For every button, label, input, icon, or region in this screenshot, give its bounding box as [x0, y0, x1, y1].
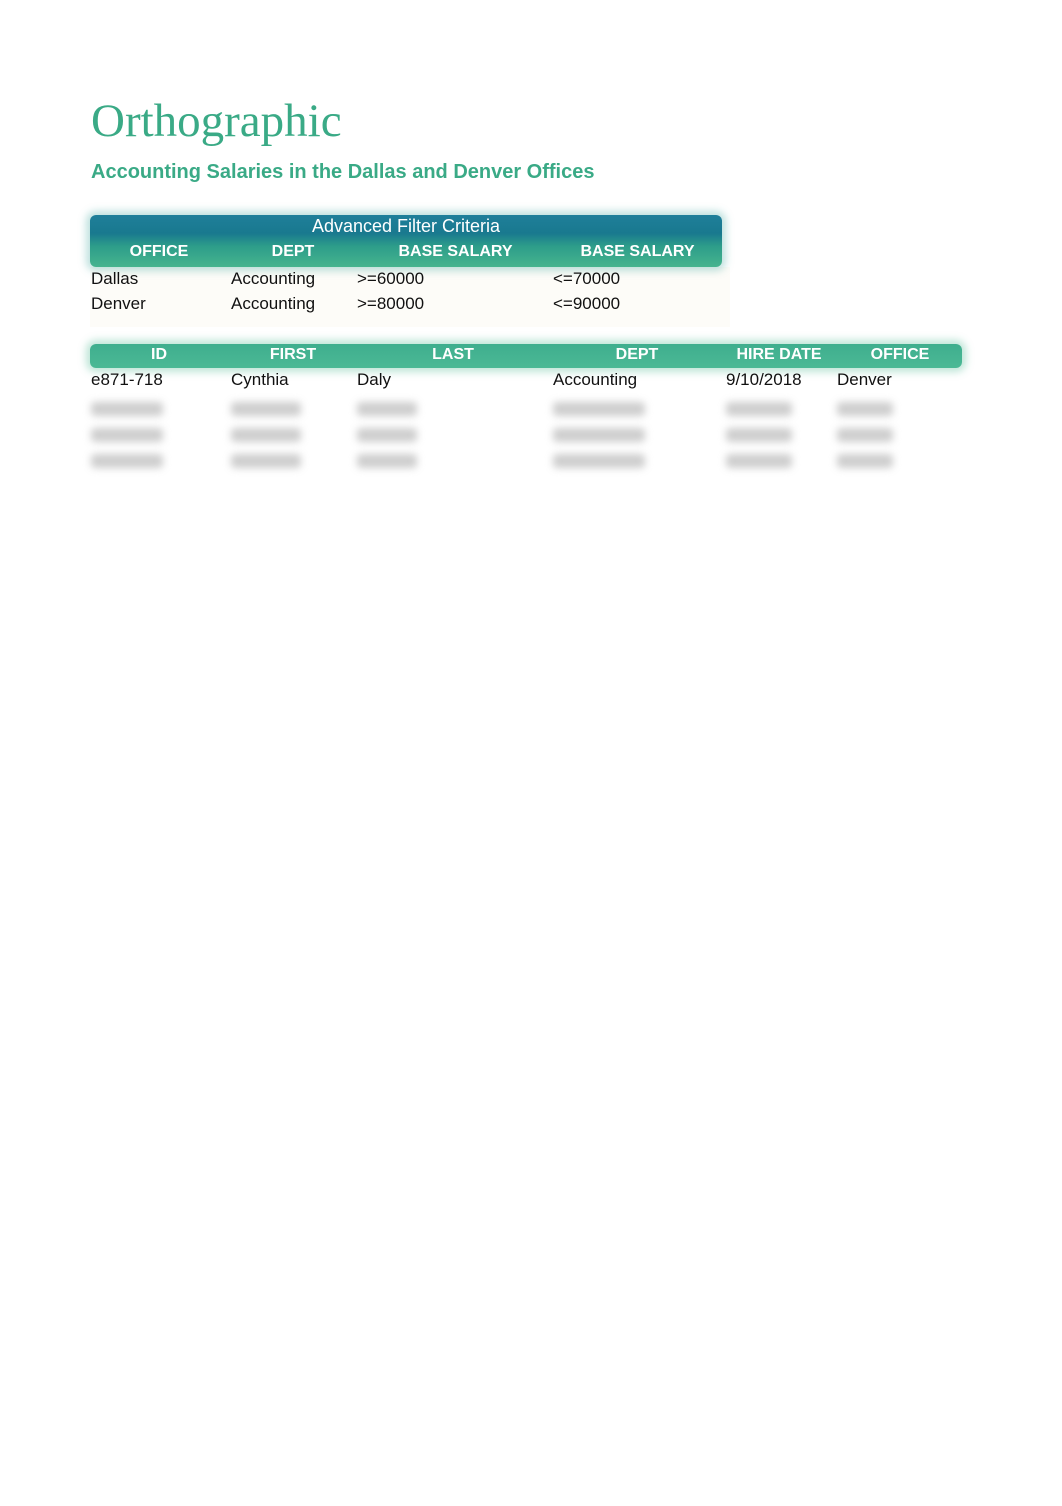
- blurred-cell: [726, 402, 792, 416]
- criteria-cell[interactable]: Accounting: [231, 294, 315, 314]
- page-title: Orthographic: [91, 95, 342, 147]
- blurred-cell: [553, 428, 645, 442]
- blurred-cell: [553, 402, 645, 416]
- criteria-header-base-salary-max: BASE SALARY: [580, 243, 695, 260]
- blurred-cell: [553, 454, 645, 468]
- criteria-cell[interactable]: Accounting: [231, 269, 315, 289]
- criteria-cell[interactable]: Denver: [91, 294, 146, 314]
- blurred-cell: [91, 402, 163, 416]
- results-header-id: ID: [151, 346, 167, 363]
- criteria-cell[interactable]: <=90000: [553, 294, 620, 314]
- criteria-cell[interactable]: >=80000: [357, 294, 424, 314]
- blurred-cell: [726, 428, 792, 442]
- criteria-header-base-salary-min: BASE SALARY: [398, 243, 513, 260]
- results-cell[interactable]: 9/10/2018: [726, 370, 802, 390]
- criteria-cell[interactable]: >=60000: [357, 269, 424, 289]
- blurred-cell: [357, 402, 417, 416]
- results-cell[interactable]: Cynthia: [231, 370, 289, 390]
- results-header-hire-date: HIRE DATE: [736, 346, 822, 363]
- criteria-cell[interactable]: Dallas: [91, 269, 138, 289]
- blurred-cell: [837, 428, 893, 442]
- blurred-cell: [837, 402, 893, 416]
- results-header-dept: DEPT: [615, 346, 659, 363]
- blurred-cell: [91, 454, 163, 468]
- results-cell[interactable]: e871-718: [91, 370, 163, 390]
- page-subtitle: Accounting Salaries in the Dallas and De…: [91, 161, 595, 183]
- blurred-cell: [231, 428, 301, 442]
- criteria-header-office: OFFICE: [129, 243, 189, 260]
- criteria-header-dept: DEPT: [271, 243, 315, 260]
- results-header-last: LAST: [432, 346, 474, 363]
- criteria-title: Advanced Filter Criteria: [311, 216, 501, 236]
- results-cell[interactable]: Accounting: [553, 370, 637, 390]
- results-header-office: OFFICE: [870, 346, 930, 363]
- results-cell[interactable]: Daly: [357, 370, 391, 390]
- blurred-cell: [357, 454, 417, 468]
- blurred-cell: [837, 454, 893, 468]
- blurred-cell: [726, 454, 792, 468]
- results-header-first: FIRST: [269, 346, 317, 363]
- blurred-cell: [357, 428, 417, 442]
- results-cell[interactable]: Denver: [837, 370, 892, 390]
- criteria-cell[interactable]: <=70000: [553, 269, 620, 289]
- blurred-cell: [231, 454, 301, 468]
- blurred-cell: [91, 428, 163, 442]
- blurred-cell: [231, 402, 301, 416]
